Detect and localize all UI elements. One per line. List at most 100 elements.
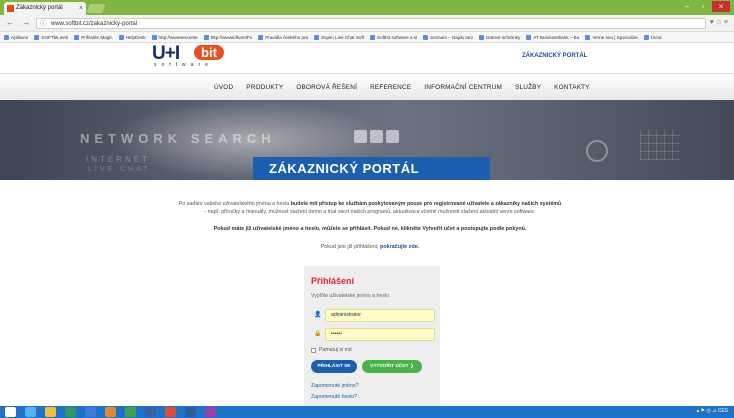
intro-text: Po zadání vašeho uživatelského jména a h…	[178, 201, 562, 215]
bookmark-icon	[34, 34, 40, 40]
bookmark-icon	[479, 34, 485, 40]
bookmark-item[interactable]: http://wwwsecurete	[151, 34, 198, 40]
globe-icon	[586, 140, 608, 162]
banner-internet: INTERNET	[86, 155, 150, 164]
bookmark-icon	[151, 34, 157, 40]
search-icon	[386, 130, 399, 143]
chrome-icon[interactable]	[165, 407, 176, 417]
taskbar-apps	[5, 407, 216, 417]
bookmark-icon	[118, 34, 124, 40]
ie-icon[interactable]	[25, 407, 36, 417]
bookmark-icon	[526, 34, 532, 40]
bookmark-item[interactable]: Verne.sou | Specialize	[585, 34, 638, 40]
menu-item-reference[interactable]: REFERENCE	[370, 84, 411, 91]
browser-tab[interactable]: Zákaznický portál ×	[4, 2, 86, 15]
app-icon[interactable]	[65, 407, 76, 417]
remember-label: Pamatuj si mě	[319, 347, 352, 353]
remember-checkbox[interactable]	[311, 347, 316, 353]
main-menu-bar: ÚVOD PRODUKTY OBOROVÁ ŘEŠENÍ REFERENCE I…	[0, 73, 734, 100]
bookmark-icon	[258, 34, 264, 40]
bookmark-item[interactable]: Prihlašte Magic	[74, 34, 113, 40]
new-tab-button[interactable]	[86, 4, 106, 13]
banner-icons	[354, 130, 399, 143]
browser-titlebar: Zákaznický portál × – ▫ ×	[0, 0, 734, 15]
info-icon: ⓘ	[40, 21, 47, 28]
gear-icon	[354, 130, 367, 143]
login-button[interactable]: PŘIHLÁSIT SE	[311, 360, 357, 373]
close-window-button[interactable]: ×	[712, 1, 730, 12]
continue-link[interactable]: pokračujte zde.	[380, 244, 419, 250]
excel-icon[interactable]	[125, 407, 136, 417]
menu-item-informacni-centrum[interactable]: INFORMAČNÍ CENTRUM	[424, 84, 502, 91]
login-title: Přihlášení	[311, 276, 355, 286]
banner-grid-decoration	[640, 130, 680, 160]
target-icon	[370, 130, 383, 143]
address-input[interactable]: ⓘ www.softbit.cz/zakaznicky-portal	[36, 18, 706, 29]
bookmark-icon	[423, 34, 429, 40]
address-bar-row: ← → C ⓘ www.softbit.cz/zakaznicky-portal…	[0, 15, 734, 32]
page-title: ZÁKAZNICKÝ PORTÁL	[253, 157, 490, 180]
create-account-button[interactable]: VYTVOŘIT ÚČET ❯	[362, 360, 422, 373]
remember-me[interactable]: Pamatuj si mě	[311, 347, 352, 353]
bookmark-item[interactable]: Softbit software a sl	[370, 34, 417, 40]
outlook-icon[interactable]	[85, 407, 96, 417]
bookmark-item[interactable]: Pravidla českého pra	[258, 34, 308, 40]
username-input[interactable]: administrator	[325, 309, 435, 322]
bookmark-icon	[4, 34, 9, 40]
menu-item-sluzby[interactable]: SLUŽBY	[515, 84, 541, 91]
favicon-icon	[7, 5, 14, 12]
bookmark-item[interactable]: Datové schránky	[479, 34, 520, 40]
header-portal-link[interactable]: ZÁKAZNICKÝ PORTÁL	[522, 53, 587, 59]
bookmark-item[interactable]: http://wwwinfluentFo	[203, 34, 252, 40]
app-icon[interactable]	[105, 407, 116, 417]
window-controls: – ▫ ×	[680, 1, 730, 12]
minimize-button[interactable]: –	[680, 1, 694, 12]
app-icon[interactable]	[185, 407, 196, 417]
banner-live-chat: LIVE CHAT	[88, 166, 151, 173]
intro-instruction: Pokud máte již uživatelské jméno a heslo…	[213, 226, 527, 232]
url-text: www.softbit.cz/zakaznicky-portal	[51, 21, 138, 27]
app-icon[interactable]	[205, 407, 216, 417]
menu-item-oborova-reseni[interactable]: OBOROVÁ ŘEŠENÍ	[296, 84, 357, 91]
system-tray[interactable]: ▴ ⚑ ◷ ⊿ CES	[697, 408, 728, 414]
menu-item-uvod[interactable]: ÚVOD	[214, 84, 233, 91]
bookmark-icon	[643, 34, 649, 40]
main-menu: ÚVOD PRODUKTY OBOROVÁ ŘEŠENÍ REFERENCE I…	[214, 84, 590, 91]
bookmark-item[interactable]: SOFTbit web	[34, 34, 68, 40]
tab-title: Zákaznický portál	[16, 5, 63, 11]
site-logo[interactable]: U+I bit software	[150, 43, 230, 71]
user-icon: 👤	[314, 312, 322, 318]
menu-item-kontakty[interactable]: KONTAKTY	[554, 84, 590, 91]
bookmark-icon	[203, 34, 209, 40]
logo-subtext: software	[154, 62, 213, 68]
bookmark-icon	[370, 34, 376, 40]
windows-taskbar: ▴ ⚑ ◷ ⊿ CES	[0, 406, 734, 418]
bookmark-item[interactable]: Seznam – Najdu tam	[423, 34, 473, 40]
windows-start-icon[interactable]	[5, 407, 16, 417]
lock-icon: 🔒	[314, 331, 322, 337]
forgot-username-link[interactable]: Zapomenuté jméno?	[311, 383, 359, 389]
page-header	[0, 43, 734, 73]
logo-badge: bit	[194, 45, 224, 60]
star-icon[interactable]: ♥ ☆ ≡	[710, 18, 728, 26]
bookmark-item[interactable]: Zopim Live Chat Soft	[314, 34, 364, 40]
bookmark-item[interactable]: AT Businessbank – Bu	[526, 34, 579, 40]
explorer-icon[interactable]	[45, 407, 56, 417]
maximize-button[interactable]: ▫	[696, 1, 710, 12]
bookmark-item[interactable]: HelpDesk	[118, 34, 146, 40]
banner-network-search: NETWORK SEARCH	[80, 131, 276, 146]
login-panel: Přihlášení Vyplňte uživatelské jméno a h…	[304, 266, 440, 408]
forgot-password-link[interactable]: Zapomenuté heslo?	[311, 394, 357, 400]
bookmark-item[interactable]: Úvod	[643, 34, 661, 40]
bookmarks-bar: Aplikace SOFTbit web Prihlašte Magic Hel…	[0, 32, 734, 43]
intro-continue: Pokud jste již přihlášeni, pokračujte zd…	[320, 244, 420, 250]
tab-close-icon[interactable]: ×	[79, 2, 83, 15]
bookmark-icon	[585, 34, 591, 40]
bookmark-item[interactable]: Aplikace	[4, 34, 28, 40]
password-input[interactable]: ••••••	[325, 328, 435, 341]
menu-item-produkty[interactable]: PRODUKTY	[246, 84, 283, 91]
bookmark-icon	[314, 34, 320, 40]
word-icon[interactable]	[145, 407, 156, 417]
login-subtitle: Vyplňte uživatelské jméno a heslo.	[311, 293, 391, 299]
password-field: 🔒 ••••••	[311, 328, 435, 341]
